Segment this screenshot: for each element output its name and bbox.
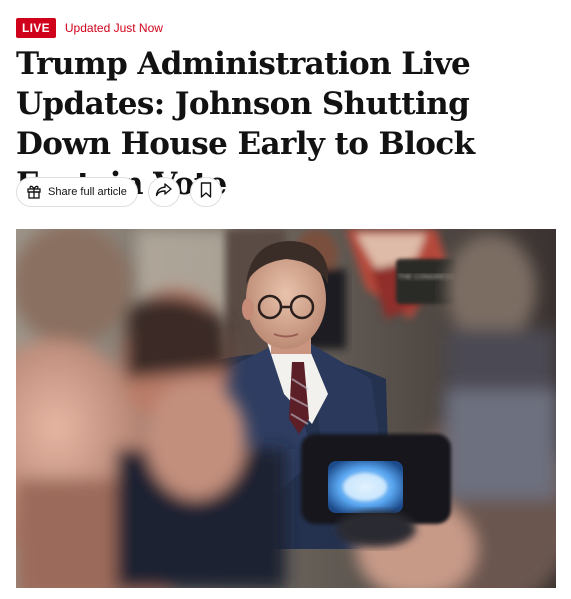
share-button[interactable] [147, 177, 180, 207]
lead-photo: THE CONGRESS [16, 229, 556, 588]
article-toolbar: Share full article [16, 177, 222, 207]
updated-timestamp: Updated Just Now [64, 21, 163, 35]
share-arrow-icon [155, 182, 173, 203]
save-button[interactable] [189, 177, 222, 207]
share-full-article-button[interactable]: Share full article [16, 177, 138, 207]
gift-icon [26, 183, 42, 202]
live-badge: LIVE [16, 18, 56, 38]
svg-text:THE CONGRESS: THE CONGRESS [398, 274, 454, 281]
bookmark-icon [200, 181, 212, 203]
live-status-row: LIVE Updated Just Now [16, 18, 163, 38]
share-full-article-label: Share full article [48, 186, 127, 198]
